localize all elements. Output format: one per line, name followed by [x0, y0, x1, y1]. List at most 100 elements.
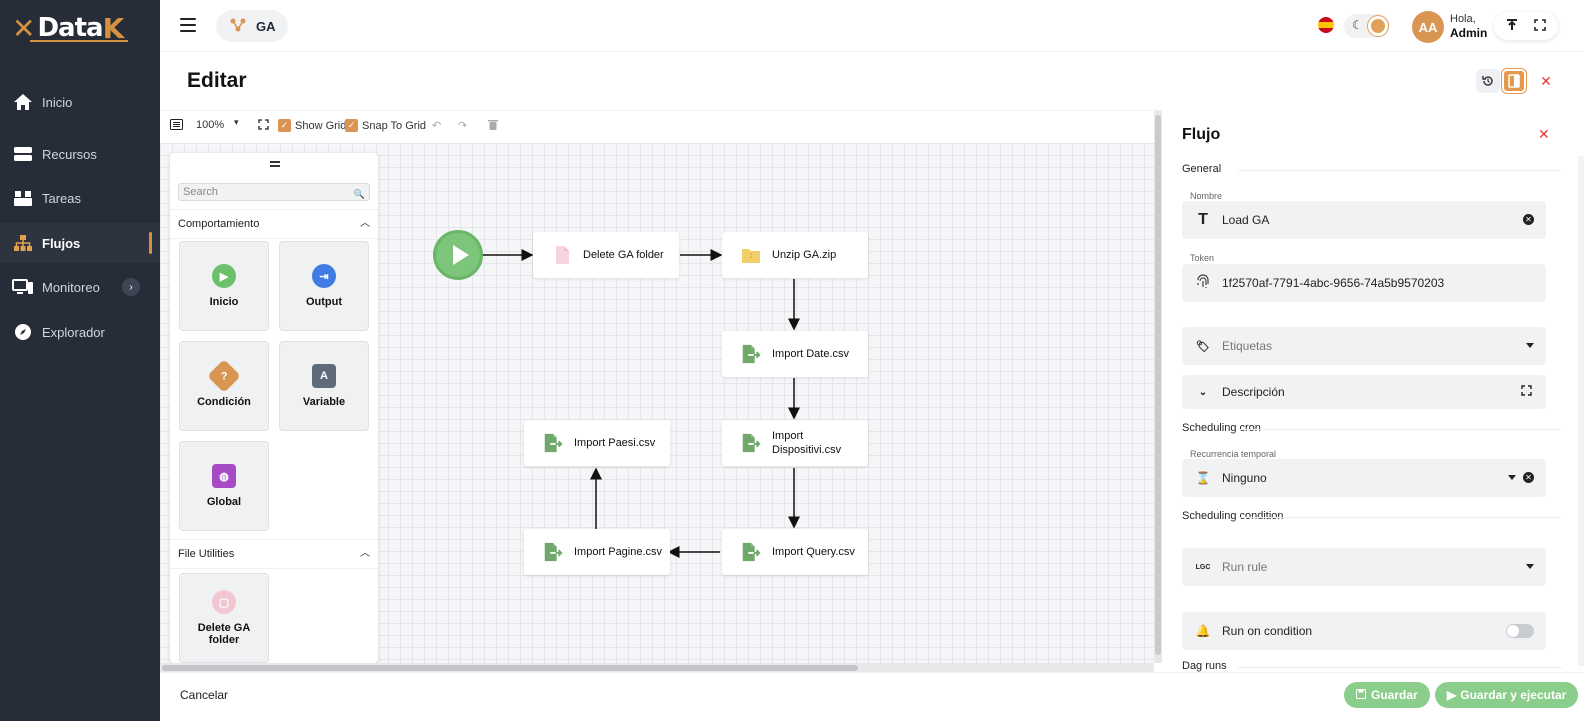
palette-search-input[interactable]: Search 🔍	[178, 183, 370, 201]
show-grid-checkbox[interactable]: ✓ Show Grid	[278, 119, 346, 132]
chevron-down-icon	[1526, 564, 1534, 569]
flow-node-import-pagine[interactable]: Import Pagine.csv	[524, 529, 670, 575]
editor-toolbar: 100% ▾ ✓ Show Grid ✓ Snap To Grid ↶ ↷	[160, 111, 1162, 143]
node-palette: Search 🔍 Comportamiento ︿ ▶ Inicio ⇥ Out…	[170, 153, 378, 663]
file-import-icon	[544, 433, 563, 453]
text-icon: T	[1198, 211, 1208, 228]
node-label: Import Dispositivi.csv	[772, 430, 842, 456]
chevron-down-icon[interactable]: ▾	[234, 117, 239, 128]
palette-item-inicio[interactable]: ▶ Inicio	[179, 241, 269, 331]
user-greeting: Hola, Admin	[1450, 12, 1487, 40]
flow-editor: 100% ▾ ✓ Show Grid ✓ Snap To Grid ↶ ↷ Se…	[160, 110, 1162, 673]
monitor-icon	[12, 276, 34, 298]
app-name: GA	[256, 18, 276, 34]
palette-item-global[interactable]: ◍ Global	[179, 441, 269, 531]
theme-toggle[interactable]: ☾	[1344, 14, 1390, 38]
clear-icon[interactable]: ✕	[1523, 472, 1534, 483]
sidebar-item-explorador[interactable]: Explorador	[0, 312, 160, 352]
run-on-condition-toggle[interactable]	[1506, 624, 1534, 638]
save-icon	[1356, 688, 1366, 702]
tile-label: Variable	[302, 396, 346, 408]
tags-select[interactable]: 🏷 Etiquetas	[1182, 327, 1546, 365]
home-icon	[12, 91, 34, 113]
tags-placeholder: Etiquetas	[1222, 339, 1273, 353]
spain-flag-icon[interactable]	[1318, 17, 1334, 33]
footer: Cancelar Guardar ▶ Guardar y ejecutar	[160, 672, 1584, 721]
close-icon[interactable]: ✕	[1534, 69, 1558, 93]
list-icon[interactable]	[170, 119, 183, 130]
sidebar-item-recursos[interactable]: Recursos	[0, 134, 160, 174]
recurrence-select[interactable]: ⌛ Ninguno ✕	[1182, 459, 1546, 497]
palette-item-output[interactable]: ⇥ Output	[279, 241, 369, 331]
expand-icon[interactable]	[1521, 385, 1532, 399]
avatar[interactable]: AA	[1412, 11, 1444, 43]
tile-label: Delete GA folder	[197, 622, 251, 646]
sidebar-item-monitoreo[interactable]: Monitoreo ›	[0, 267, 160, 307]
flow-node-import-paesi[interactable]: Import Paesi.csv	[524, 420, 670, 466]
file-import-icon	[544, 542, 563, 562]
description-accordion[interactable]: ⌄ Descripción	[1182, 375, 1546, 409]
sidebar-item-inicio[interactable]: Inicio	[0, 82, 160, 122]
upload-icon[interactable]	[1506, 19, 1518, 34]
token-field[interactable]: 1f2570af-7791-4abc-9656-74a5b9570203	[1182, 264, 1546, 302]
save-run-label: Guardar y ejecutar	[1460, 688, 1567, 702]
compass-icon	[12, 321, 34, 343]
palette-section-file-utilities[interactable]: File Utilities ︿	[170, 539, 378, 569]
sidebar-item-tareas[interactable]: Tareas	[0, 178, 160, 218]
search-icon: 🔍	[353, 189, 365, 199]
app-logo[interactable]: ✕ Data K	[12, 8, 142, 48]
canvas-grid[interactable]: Search 🔍 Comportamiento ︿ ▶ Inicio ⇥ Out…	[160, 143, 1154, 663]
token-label: Token	[1190, 253, 1215, 263]
close-icon[interactable]: ✕	[1538, 126, 1550, 143]
flow-node-unzip[interactable]: Unzip GA.zip	[722, 232, 868, 278]
play-icon: ▶	[1447, 688, 1457, 702]
fullscreen-icon[interactable]	[1534, 19, 1546, 34]
flow-node-delete-ga-folder[interactable]: Delete GA folder	[533, 232, 679, 278]
node-label: Import Date.csv	[772, 348, 850, 360]
palette-item-variable[interactable]: A Variable	[279, 341, 369, 431]
save-button[interactable]: Guardar	[1344, 682, 1430, 708]
trash-icon[interactable]	[488, 119, 498, 130]
description-label: Descripción	[1222, 385, 1285, 399]
name-field[interactable]: T Load GA ✕	[1182, 201, 1546, 239]
app-selector[interactable]: GA	[216, 10, 288, 42]
palette-section-comportamiento[interactable]: Comportamiento ︿	[170, 209, 378, 239]
file-icon: ▢	[212, 590, 236, 614]
chevron-right-icon[interactable]: ›	[122, 278, 140, 296]
chevron-down-icon: ⌄	[1198, 386, 1208, 398]
clear-icon[interactable]: ✕	[1523, 214, 1534, 225]
panel-scrollbar[interactable]	[1578, 156, 1584, 666]
palette-item-condicion[interactable]: ? Condición	[179, 341, 269, 431]
flow-node-import-dispositivi[interactable]: Import Dispositivi.csv	[722, 420, 868, 466]
flow-node-import-query[interactable]: Import Query.csv	[722, 529, 868, 575]
zip-folder-icon	[742, 249, 760, 263]
variable-icon: A	[312, 364, 336, 388]
node-label: Import Paesi.csv	[574, 437, 656, 449]
sidebar-item-flujos[interactable]: Flujos	[0, 223, 160, 263]
fit-screen-icon[interactable]	[258, 119, 269, 130]
undo-icon[interactable]: ↶	[432, 119, 441, 132]
zoom-value[interactable]: 100%	[196, 119, 224, 131]
node-label: Import Pagine.csv	[574, 546, 663, 558]
user-name: Admin	[1450, 26, 1488, 40]
palette-item-delete-ga-folder[interactable]: ▢ Delete GA folder	[179, 573, 269, 663]
file-import-icon	[742, 344, 761, 364]
sidebar-item-label: Recursos	[42, 146, 97, 162]
section-dag-runs: Dag runs	[1182, 660, 1562, 672]
sidebar-item-label: Flujos	[42, 235, 81, 251]
drag-handle-icon[interactable]	[270, 161, 280, 169]
node-label: Delete GA folder	[583, 249, 664, 261]
history-icon[interactable]	[1476, 69, 1500, 93]
flow-node-import-date[interactable]: Import Date.csv	[722, 331, 868, 377]
panel-title: Flujo	[1182, 126, 1221, 143]
run-rule-select[interactable]: LGC Run rule	[1182, 548, 1546, 586]
question-icon: ?	[207, 359, 241, 393]
save-and-run-button[interactable]: ▶ Guardar y ejecutar	[1435, 682, 1579, 708]
cancel-button[interactable]: Cancelar	[180, 688, 228, 702]
menu-icon[interactable]	[180, 18, 196, 32]
snap-to-grid-checkbox[interactable]: ✓ Snap To Grid	[345, 119, 426, 132]
vertical-scrollbar[interactable]	[1154, 111, 1162, 663]
start-node[interactable]	[433, 230, 483, 280]
redo-icon[interactable]: ↷	[458, 119, 467, 132]
side-panel-toggle-icon[interactable]	[1502, 69, 1526, 93]
